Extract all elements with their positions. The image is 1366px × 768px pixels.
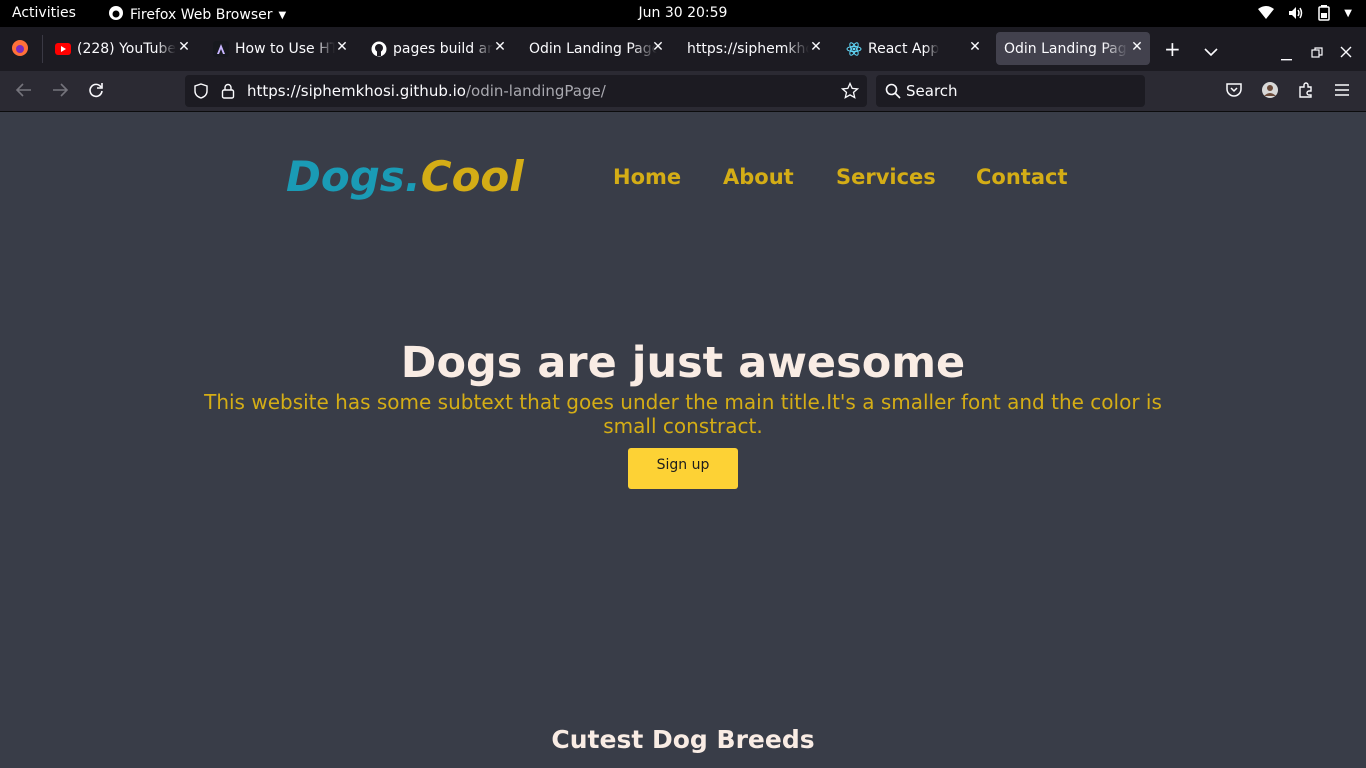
tab-title: React App bbox=[868, 40, 940, 57]
tab-title: How to Use HTML bbox=[235, 40, 335, 57]
lock-icon[interactable] bbox=[221, 83, 235, 103]
power-menu-caret-icon: ▼ bbox=[1344, 7, 1352, 19]
youtube-icon bbox=[55, 41, 71, 57]
battery-icon bbox=[1318, 5, 1331, 21]
tab-react-app[interactable]: React App ✕ bbox=[838, 32, 988, 65]
wifi-icon bbox=[1258, 6, 1275, 20]
nav-link-contact[interactable]: Contact bbox=[976, 165, 1068, 189]
pocket-icon[interactable] bbox=[1225, 81, 1243, 103]
react-icon bbox=[846, 41, 862, 57]
close-tab-icon[interactable]: ✕ bbox=[649, 39, 667, 55]
volume-icon bbox=[1288, 6, 1304, 20]
hero-subtitle: This website has some subtext that goes … bbox=[204, 390, 1162, 438]
tab-strip: (228) YouTube ✕ How to Use HTML ✕ pages … bbox=[0, 27, 1366, 71]
bookmark-star-icon[interactable] bbox=[840, 81, 860, 104]
firefox-view-icon[interactable] bbox=[11, 39, 29, 62]
section-title: Cutest Dog Breeds bbox=[551, 725, 815, 754]
url-text[interactable]: https://siphemkhosi.github.io/odin-landi… bbox=[247, 82, 606, 100]
logo-part-cool: Cool bbox=[420, 152, 524, 201]
tab-siphemkhosi-url[interactable]: https://siphemkhosi.github.io ✕ bbox=[679, 32, 829, 65]
nav-link-about[interactable]: About bbox=[723, 165, 794, 189]
restore-icon[interactable] bbox=[1311, 43, 1323, 64]
tab-title: (228) YouTube bbox=[77, 40, 177, 57]
tab-title: Odin Landing Page bbox=[1004, 40, 1128, 57]
tab-title: Odin Landing Page bbox=[529, 40, 657, 57]
close-tab-icon[interactable]: ✕ bbox=[966, 39, 984, 55]
close-tab-icon[interactable]: ✕ bbox=[807, 39, 825, 55]
web-page-content: Dogs.Cool Home About Services Contact Do… bbox=[0, 112, 1366, 768]
nav-link-services[interactable]: Services bbox=[836, 165, 936, 189]
tab-odin-landing-active[interactable]: Odin Landing Page ✕ bbox=[996, 32, 1150, 65]
logo-part-dogs: Dogs. bbox=[286, 152, 421, 201]
site-logo[interactable]: Dogs.Cool bbox=[286, 152, 524, 201]
list-all-tabs-icon[interactable] bbox=[1204, 41, 1218, 62]
tab-title: pages build and deployment bbox=[393, 40, 493, 57]
signup-button[interactable]: Sign up bbox=[628, 448, 738, 489]
back-arrow-icon[interactable] bbox=[15, 81, 33, 103]
forward-arrow-icon[interactable] bbox=[51, 81, 69, 103]
close-window-icon[interactable] bbox=[1340, 42, 1352, 63]
reload-icon[interactable] bbox=[87, 81, 105, 103]
system-tray[interactable]: ▼ bbox=[1258, 5, 1352, 21]
close-tab-icon[interactable]: ✕ bbox=[175, 39, 193, 55]
url-host: https://siphemkhosi.github.io bbox=[247, 82, 466, 100]
nav-link-home[interactable]: Home bbox=[613, 165, 681, 189]
astro-icon bbox=[213, 40, 229, 57]
search-icon bbox=[885, 83, 901, 103]
minimize-icon[interactable] bbox=[1281, 45, 1293, 66]
extensions-icon[interactable] bbox=[1297, 81, 1315, 103]
new-tab-icon[interactable]: + bbox=[1164, 37, 1181, 61]
address-bar[interactable]: https://siphemkhosi.github.io/odin-landi… bbox=[185, 75, 867, 107]
tracking-shield-icon[interactable] bbox=[193, 83, 209, 103]
close-tab-icon[interactable]: ✕ bbox=[491, 39, 509, 55]
hamburger-menu-icon[interactable] bbox=[1333, 81, 1351, 103]
tab-github-pages[interactable]: pages build and deployment ✕ bbox=[363, 32, 513, 65]
search-bar[interactable]: Search bbox=[876, 75, 1145, 107]
close-tab-icon[interactable]: ✕ bbox=[1128, 39, 1146, 55]
github-icon bbox=[371, 41, 387, 57]
tab-html-guide[interactable]: How to Use HTML ✕ bbox=[205, 32, 355, 65]
url-path: /odin-landingPage/ bbox=[465, 82, 606, 100]
system-top-bar: Activities Firefox Web Browser ▼ Jun 30 … bbox=[0, 0, 1366, 27]
account-avatar-icon[interactable] bbox=[1261, 81, 1279, 103]
close-tab-icon[interactable]: ✕ bbox=[333, 39, 351, 55]
navigation-toolbar: https://siphemkhosi.github.io/odin-landi… bbox=[0, 71, 1366, 112]
tab-title: https://siphemkhosi.github.io bbox=[687, 40, 809, 57]
search-placeholder: Search bbox=[906, 82, 958, 100]
tab-divider bbox=[42, 35, 43, 63]
clock[interactable]: Jun 30 20:59 bbox=[0, 5, 1366, 21]
tab-youtube[interactable]: (228) YouTube ✕ bbox=[47, 32, 197, 65]
tab-odin-landing-1[interactable]: Odin Landing Page ✕ bbox=[521, 32, 671, 65]
hero-title: Dogs are just awesome bbox=[400, 338, 966, 388]
